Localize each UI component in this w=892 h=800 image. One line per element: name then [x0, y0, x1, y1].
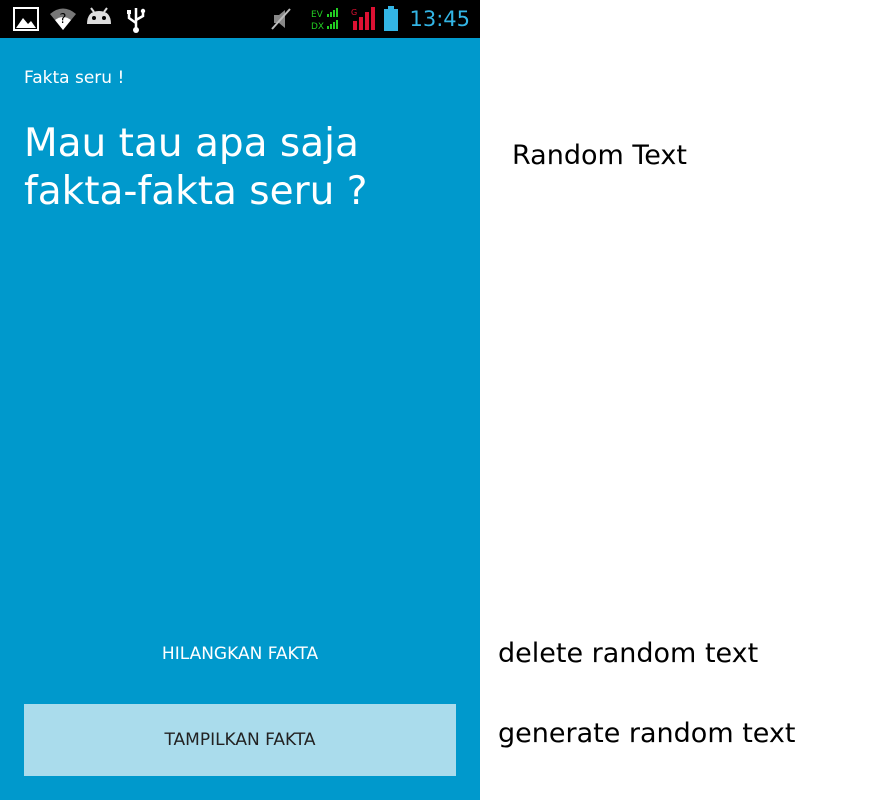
wifi-icon: ?: [50, 8, 76, 30]
delete-text-annotation: delete random text: [498, 638, 759, 669]
usb-icon: [127, 8, 146, 33]
fact-text: Mau tau apa saja fakta-fakta seru ?: [24, 121, 368, 214]
status-bar: ? EV DX G 13:45: [0, 0, 480, 38]
random-text-annotation: Random Text: [512, 140, 687, 171]
android-icon: [87, 7, 111, 24]
gallery-icon: [13, 7, 39, 31]
ev-dx-signal-icon: EV DX: [311, 8, 338, 32]
svg-text:DX: DX: [311, 22, 324, 32]
svg-text:G: G: [351, 8, 357, 17]
battery-icon: [384, 6, 398, 31]
app-title: Fakta seru !: [24, 68, 125, 88]
hide-fact-button[interactable]: HILANGKAN FAKTA: [24, 630, 456, 678]
signal-icon: G: [351, 7, 375, 30]
generate-text-annotation: generate random text: [498, 718, 796, 749]
show-fact-button[interactable]: TAMPILKAN FAKTA: [24, 704, 456, 776]
svg-text:EV: EV: [311, 10, 324, 20]
svg-text:?: ?: [60, 12, 67, 27]
status-clock: 13:45: [409, 7, 470, 31]
phone-screen: ? EV DX G 13:45 Fakta seru ! Mau tau apa…: [0, 0, 480, 800]
mute-icon: [271, 8, 291, 30]
